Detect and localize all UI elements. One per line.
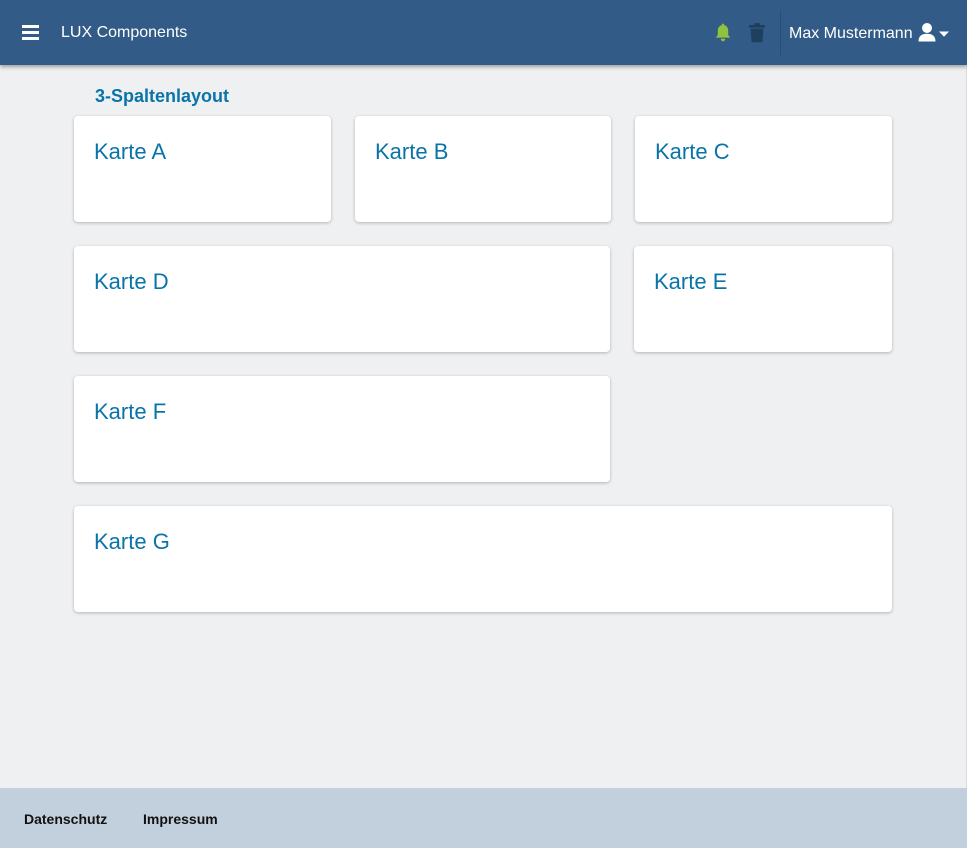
header-divider <box>780 10 781 55</box>
card-e: Karte E <box>634 246 892 352</box>
user-icon <box>918 23 936 42</box>
footer-link-datenschutz[interactable]: Datenschutz <box>24 811 107 828</box>
card-title: Karte D <box>94 269 169 294</box>
app-title: LUX Components <box>61 24 188 41</box>
user-menu-button[interactable] <box>918 22 954 44</box>
app-footer: Datenschutz Impressum <box>0 788 967 848</box>
card-title: Karte F <box>94 399 167 424</box>
card-d: Karte D <box>74 246 610 352</box>
card-title: Karte B <box>375 139 449 164</box>
chevron-down-icon <box>939 31 949 37</box>
card-title: Karte A <box>94 139 167 164</box>
card-g: Karte G <box>74 506 892 612</box>
menu-bar-bottom <box>22 37 39 40</box>
card-c: Karte C <box>635 116 892 222</box>
app-root: LUX Components Max Mustermann 3-Spaltenl… <box>0 0 967 848</box>
menu-bar-middle <box>22 31 39 34</box>
app-header: LUX Components Max Mustermann <box>0 0 967 65</box>
card-b: Karte B <box>355 116 611 222</box>
card-f: Karte F <box>74 376 610 482</box>
card-title: Karte E <box>654 269 728 294</box>
hamburger-menu-icon[interactable] <box>22 23 40 41</box>
user-name[interactable]: Max Mustermann <box>789 24 913 43</box>
card-a: Karte A <box>74 116 331 222</box>
card-title: Karte G <box>94 529 170 554</box>
menu-bar-top <box>22 25 39 28</box>
trash-icon[interactable] <box>748 23 766 43</box>
card-title: Karte C <box>655 139 730 164</box>
bell-icon[interactable] <box>713 23 733 43</box>
section-title: 3-Spaltenlayout <box>95 86 230 106</box>
footer-link-impressum[interactable]: Impressum <box>143 811 218 828</box>
